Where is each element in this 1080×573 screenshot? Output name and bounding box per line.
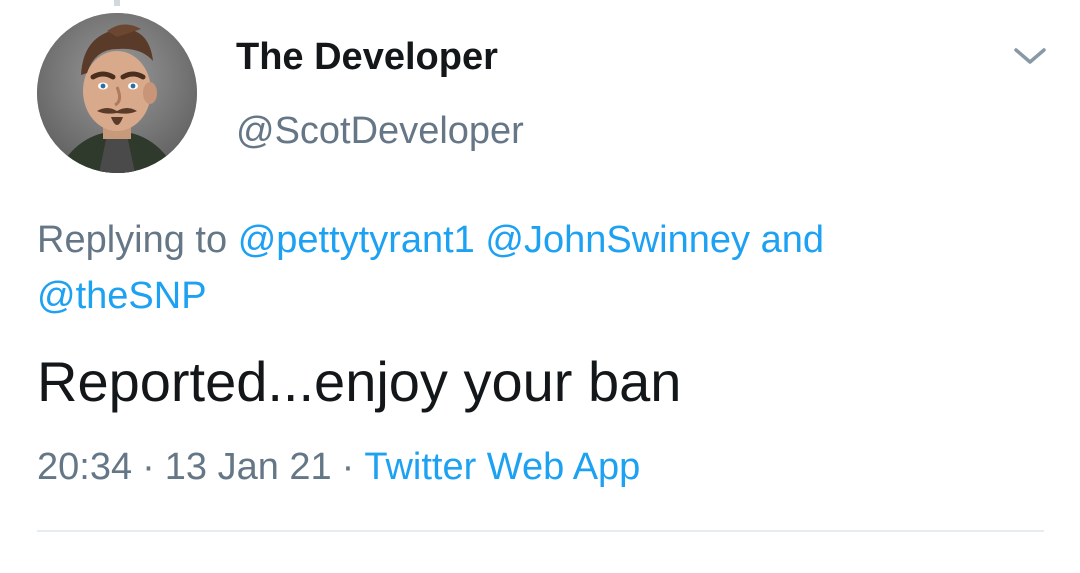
meta-separator: · — [341, 446, 355, 488]
cartoon-man-avatar-icon — [37, 13, 197, 173]
chevron-down-icon[interactable] — [1012, 42, 1048, 70]
tweet-date[interactable]: 13 Jan 21 — [165, 446, 332, 488]
mention-link-johnswinney[interactable]: @JohnSwinney — [485, 219, 750, 261]
display-name[interactable]: The Developer — [236, 36, 498, 79]
top-edge-fragment — [114, 0, 120, 6]
reply-prefix: Replying to — [37, 219, 228, 261]
meta-separator: · — [142, 446, 155, 488]
tweet-text: Reported...enjoy your ban — [37, 350, 682, 413]
divider — [37, 530, 1044, 532]
mention-link-pettytyrant1[interactable]: @pettytyrant1 — [238, 219, 475, 261]
tweet-time[interactable]: 20:34 — [37, 446, 132, 488]
tweet-source-link[interactable]: Twitter Web App — [364, 446, 640, 488]
tweet-metadata: 20:34 · 13 Jan 21 · Twitter Web App — [37, 442, 640, 492]
mention-link-thesnp[interactable]: @theSNP — [37, 275, 207, 317]
user-handle[interactable]: @ScotDeveloper — [236, 110, 524, 153]
reply-context: Replying to @pettytyrant1 @JohnSwinney a… — [37, 212, 1037, 324]
avatar[interactable] — [37, 13, 197, 173]
reply-conjunction: and — [760, 219, 824, 261]
